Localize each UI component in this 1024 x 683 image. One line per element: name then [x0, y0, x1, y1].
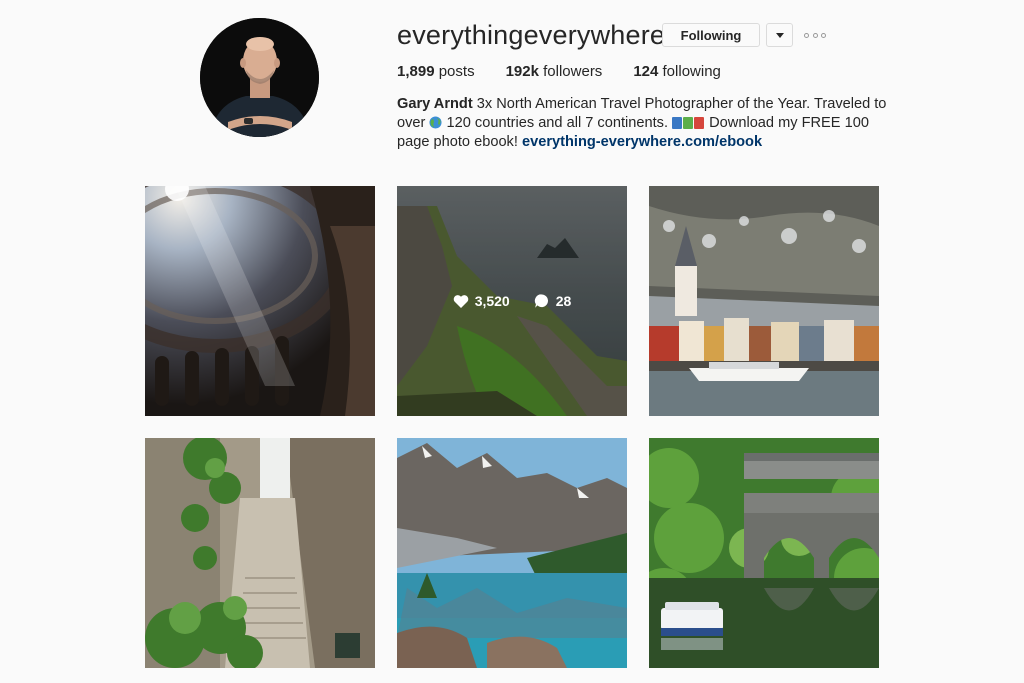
bio-text-4: Download my FREE 100: [709, 115, 869, 131]
bio-text-2: over: [397, 115, 426, 131]
post-image: [145, 438, 375, 668]
profile-bio: Gary Arndt 3x North American Travel Phot…: [397, 95, 887, 152]
posts-label: posts: [438, 63, 475, 80]
full-name: Gary Arndt: [397, 96, 473, 112]
bio-text-3: 120 countries and all 7 continents.: [446, 115, 669, 131]
comments-count-group: 28: [534, 293, 572, 309]
more-options-button[interactable]: [804, 28, 826, 42]
website-link[interactable]: everything-everywhere.com/ebook: [522, 134, 762, 150]
post-mountain-lake[interactable]: [397, 438, 627, 668]
following-button[interactable]: Following: [662, 23, 760, 47]
bio-text-1: 3x North American Travel Photographer of…: [476, 96, 887, 112]
post-image: [649, 186, 879, 416]
following-count: 124: [633, 63, 659, 80]
suggestions-dropdown-button[interactable]: [766, 23, 793, 47]
likes-count-group: 3,520: [453, 293, 510, 309]
posts-count: 1,899: [397, 63, 435, 80]
followers-label: followers: [543, 63, 603, 80]
following-stat[interactable]: 124 following: [633, 63, 721, 81]
likes-count: 3,520: [474, 293, 510, 309]
avatar[interactable]: [200, 18, 319, 137]
post-dome-interior[interactable]: [145, 186, 375, 416]
posts-stat: 1,899 posts: [397, 63, 475, 81]
followers-stat[interactable]: 192k followers: [506, 63, 603, 81]
avatar-photo: [200, 18, 319, 137]
bio-text-5: page photo ebook!: [397, 134, 518, 150]
post-image: [145, 186, 375, 416]
profile-stats: 1,899 posts 192k followers 124 following: [397, 63, 752, 81]
books-emoji-icon: [672, 115, 709, 131]
following-label: following: [662, 63, 721, 80]
followers-count: 192k: [505, 63, 539, 80]
post-stone-alley[interactable]: [145, 438, 375, 668]
globe-emoji-icon: [429, 116, 442, 129]
profile-page: everythingeverywhere Following 1,899 pos…: [0, 0, 1024, 683]
chevron-down-icon: [775, 32, 784, 38]
comment-icon: [534, 294, 548, 308]
more-options-icon: [804, 32, 809, 38]
post-riverside-town[interactable]: [649, 186, 879, 416]
post-image: [397, 438, 627, 668]
post-river-bridge[interactable]: [649, 438, 879, 668]
heart-icon: [453, 294, 468, 308]
post-hover-overlay: 3,520 28: [397, 186, 627, 416]
post-coastal-cliffs[interactable]: 3,520 28: [397, 186, 627, 416]
profile-username: everythingeverywhere: [397, 20, 666, 50]
comments-count: 28: [555, 293, 572, 309]
post-image: [649, 438, 879, 668]
